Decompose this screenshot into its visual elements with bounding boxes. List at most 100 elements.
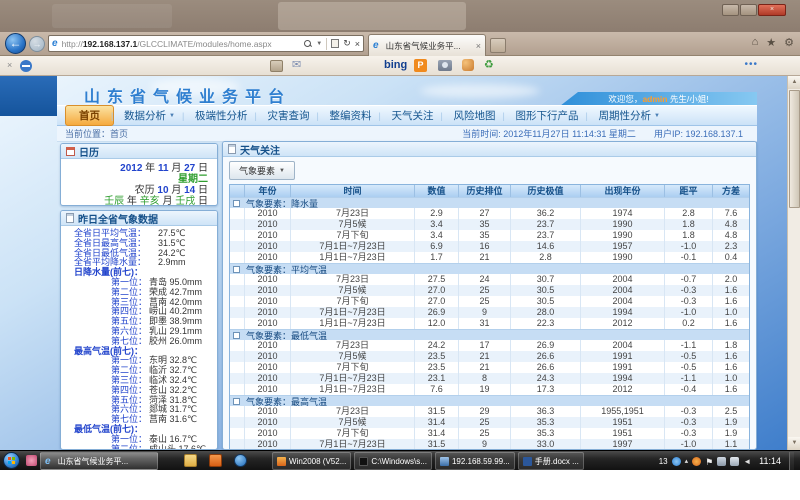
qq-icon[interactable]	[672, 457, 681, 466]
fox-icon[interactable]	[692, 457, 701, 466]
taskbar-clock[interactable]: 11:14	[755, 456, 785, 466]
browser-tab[interactable]: e 山东省气候业务平... ×	[368, 34, 486, 56]
rank-value: 乳山 29.1mm	[149, 327, 202, 336]
appbox-icon[interactable]	[209, 454, 222, 467]
taskbar-window-button[interactable]: 手册.docx ...	[518, 452, 584, 470]
nav-item[interactable]: 天气关注	[381, 106, 443, 125]
background-window	[278, 2, 466, 30]
welcome-banner: 欢迎您，admin 先生/小姐!	[560, 92, 757, 106]
favorites-star-icon[interactable]: ★	[766, 36, 776, 49]
rank-line[interactable]: 第七位： 胶州 26.0mm	[61, 337, 217, 346]
address-bar[interactable]: e http://192.168.137.1/GLCCLIMATE/module…	[48, 35, 364, 52]
minimize-button[interactable]	[722, 4, 739, 16]
nav-item[interactable]: 极端性分析	[185, 106, 258, 125]
site-favicon: e	[52, 38, 58, 49]
table-cell: 2010	[244, 296, 290, 307]
scrollbar-thumb[interactable]	[789, 90, 800, 208]
page-scrollbar[interactable]: ▲ ▼	[787, 76, 800, 450]
media-icon[interactable]	[234, 454, 247, 467]
table-cell: 16	[458, 241, 510, 252]
cards-icon[interactable]	[270, 60, 283, 72]
show-desktop-button[interactable]	[789, 452, 794, 470]
table-cell: 7月1日~7月23日	[290, 307, 414, 318]
bing-logo[interactable]: bing	[384, 59, 407, 71]
table-cell: 24.2	[414, 340, 458, 351]
bing-app-icon[interactable]: P	[414, 59, 427, 72]
camera-icon[interactable]	[438, 60, 452, 71]
folder-icon[interactable]	[184, 454, 197, 467]
settings-gear-icon[interactable]: ⚙	[784, 36, 794, 49]
rank-value: 临沂 32.7℃	[149, 366, 197, 375]
table-header-cell: 历史极值	[510, 185, 580, 197]
taskbar-window-button[interactable]: C:\Windows\s...	[354, 452, 432, 470]
pinned-app-icon[interactable]	[26, 455, 37, 466]
section-checkbox[interactable]	[233, 398, 240, 405]
nav-item[interactable]: 数据分析 ▼	[114, 106, 185, 125]
section-checkbox[interactable]	[233, 332, 240, 339]
section-checkbox[interactable]	[233, 266, 240, 273]
rank-line[interactable]: 第五位： 即墨 38.9mm	[61, 317, 217, 326]
scroll-up-icon[interactable]: ▲	[788, 76, 800, 89]
table-cell: 1.0	[712, 373, 749, 384]
net-icon[interactable]	[717, 457, 726, 466]
row-gutter	[230, 318, 244, 329]
nav-item[interactable]: 周期性分析 ▼	[588, 106, 669, 125]
close-button[interactable]: ×	[758, 4, 786, 16]
nav-item[interactable]: 灾害查询	[257, 106, 319, 125]
stop-icon[interactable]: ×	[355, 39, 360, 49]
envelope-icon[interactable]: ✉	[292, 58, 301, 71]
rank-line[interactable]: 第三位： 临沭 32.4℃	[61, 376, 217, 385]
rank-line[interactable]: 第六位： 乳山 29.1mm	[61, 327, 217, 336]
row-gutter	[230, 307, 244, 318]
rank-label: 第二位：	[111, 288, 149, 297]
rank-line[interactable]: 第一位： 泰山 16.7℃	[61, 435, 217, 444]
home-icon[interactable]: ⌂	[752, 36, 759, 49]
table-cell: 2.8	[510, 252, 580, 263]
summary-value: 31.5℃	[158, 239, 186, 248]
start-button[interactable]	[3, 452, 20, 469]
table-cell: 1.6	[712, 384, 749, 395]
rank-line[interactable]: 第六位： 郯城 31.7℃	[61, 405, 217, 414]
table-cell: 26.6	[510, 362, 580, 373]
table-cell: 1.9	[712, 428, 749, 439]
compatibility-view-icon[interactable]	[331, 39, 339, 48]
paw-icon[interactable]	[462, 59, 474, 71]
table-cell: 7月下旬	[290, 230, 414, 241]
chevron-down-icon[interactable]: ▼	[316, 41, 322, 47]
nav-item[interactable]: 整编资料	[319, 106, 381, 125]
rank-line[interactable]: 第七位： 莒南 31.6℃	[61, 415, 217, 424]
search-icon[interactable]	[304, 40, 312, 48]
refresh-icon[interactable]: ↻	[343, 38, 351, 49]
maximize-button[interactable]	[740, 4, 757, 16]
nav-item[interactable]: 图形下行产品	[505, 106, 588, 125]
recycle-icon[interactable]: ♻	[484, 58, 494, 71]
rank-line[interactable]: 第一位： 东明 32.8℃	[61, 356, 217, 365]
flag-icon[interactable]: ⚑	[705, 457, 713, 466]
rank-line[interactable]: 第四位： 苍山 32.2℃	[61, 386, 217, 395]
forward-button[interactable]: →	[29, 36, 45, 52]
taskbar-window-button[interactable]: 192.168.59.99...	[435, 452, 515, 470]
nav-item[interactable]: 首页	[65, 105, 114, 126]
table-cell: 7月下旬	[290, 428, 414, 439]
nav-item[interactable]: 风险地图	[443, 106, 505, 125]
word-icon	[523, 457, 532, 466]
spk-icon[interactable]: ◄	[743, 457, 751, 466]
element-filter-button[interactable]: 气象要素 ▼	[229, 161, 295, 180]
scroll-down-icon[interactable]: ▼	[788, 437, 800, 450]
rank-line[interactable]: 第二位： 临沂 32.7℃	[61, 366, 217, 375]
new-tab-button[interactable]	[490, 38, 506, 53]
mon-icon[interactable]	[730, 457, 739, 466]
more-icon[interactable]: •••	[744, 59, 758, 70]
close-icon[interactable]: ×	[7, 60, 12, 70]
section-checkbox[interactable]	[233, 200, 240, 207]
summary-value: 24.2℃	[158, 249, 186, 258]
blocked-icon[interactable]	[20, 60, 32, 72]
taskbar-ie-button[interactable]: e 山东省气候业务平...	[40, 452, 158, 470]
rank-line[interactable]: 第四位： 崂山 40.2mm	[61, 307, 217, 316]
rank-line[interactable]: 第一位： 青岛 95.0mm	[61, 278, 217, 287]
tab-close-icon[interactable]: ×	[476, 41, 481, 51]
taskbar-window-button[interactable]: Win2008 (V52...	[272, 452, 351, 470]
rank-line[interactable]: 第二位： 荣成 42.7mm	[61, 288, 217, 297]
back-button[interactable]: ←	[5, 33, 26, 54]
caret-icon[interactable]: ▴	[685, 457, 689, 466]
